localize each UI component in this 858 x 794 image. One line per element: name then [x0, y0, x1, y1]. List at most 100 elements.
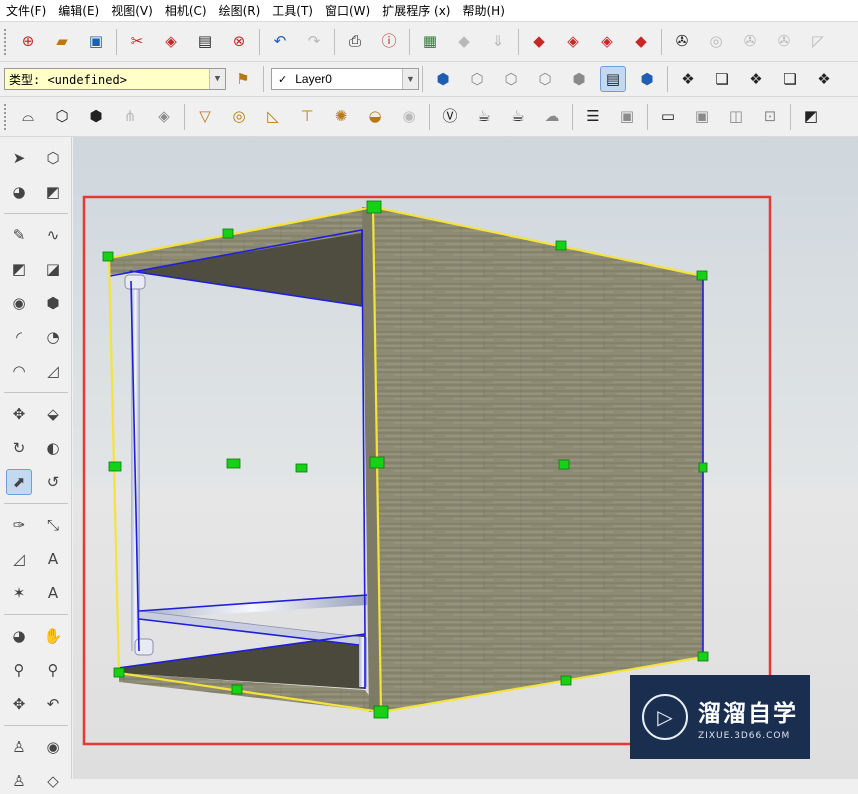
menu-help[interactable]: 帮助(H) — [462, 2, 504, 19]
warehouse-icon[interactable]: ◆ — [526, 29, 552, 55]
rectangle-icon[interactable]: ◩ — [6, 256, 32, 282]
paste-icon[interactable]: ◈ — [158, 29, 184, 55]
component-icon[interactable]: ⬡ — [49, 104, 75, 130]
group-icon[interactable]: ⬢ — [83, 104, 109, 130]
look-around-icon[interactable]: ◉ — [40, 734, 66, 760]
vray-icon[interactable]: Ⓥ — [437, 104, 463, 130]
hidden-line-icon[interactable]: ⬡ — [532, 66, 558, 92]
grip-handle[interactable] — [369, 456, 385, 469]
paint-bucket-icon[interactable]: ◕ — [6, 179, 32, 205]
geolocation-icon[interactable]: ▦ — [417, 29, 443, 55]
wireframe-icon[interactable]: ⬡ — [498, 66, 524, 92]
x-ray-icon[interactable]: ⬢ — [430, 66, 456, 92]
tape-measure-icon[interactable]: ✑ — [6, 512, 32, 538]
offset-icon[interactable]: ↺ — [40, 469, 66, 495]
text-icon[interactable]: A — [40, 546, 66, 572]
grip-handle[interactable] — [373, 705, 389, 719]
monochrome-icon[interactable]: ⬢ — [634, 66, 660, 92]
grip-handle[interactable] — [560, 675, 572, 686]
pencil-icon[interactable]: ✎ — [6, 222, 32, 248]
arc-icon[interactable]: ◜ — [6, 324, 32, 350]
3d-text-icon[interactable]: A — [40, 580, 66, 606]
menu-file[interactable]: 文件(F) — [6, 2, 46, 19]
toolbar-grip[interactable] — [4, 103, 7, 130]
dome-icon[interactable]: ◒ — [362, 104, 388, 130]
walk-icon[interactable]: ◸ — [805, 29, 831, 55]
clipboard-icon[interactable]: ▤ — [192, 29, 218, 55]
split-icon[interactable]: ❖ — [811, 66, 837, 92]
grip-handle[interactable] — [295, 463, 308, 473]
zoom-window-icon[interactable]: ⚲ — [40, 657, 66, 683]
union-icon[interactable]: ❖ — [675, 66, 701, 92]
subtract-icon[interactable]: ❏ — [709, 66, 735, 92]
terrain-icon[interactable]: ◆ — [451, 29, 477, 55]
menu-draw[interactable]: 绘图(R) — [219, 2, 261, 19]
tag-icon[interactable]: ◈ — [151, 104, 177, 130]
make-component-icon[interactable]: ⬡ — [40, 145, 66, 171]
menu-edit[interactable]: 编辑(E) — [58, 2, 99, 19]
axes-icon[interactable]: ✶ — [6, 580, 32, 606]
get-models-icon[interactable]: ◈ — [560, 29, 586, 55]
select-icon[interactable]: ➤ — [6, 145, 32, 171]
grip-handle[interactable] — [698, 462, 708, 473]
grip-handle[interactable] — [222, 228, 234, 239]
section-cuts-icon[interactable]: ✇ — [737, 29, 763, 55]
texture-grass-icon[interactable]: ⋔ — [117, 104, 143, 130]
eraser-icon[interactable]: ◩ — [798, 104, 824, 130]
rotate-icon[interactable]: ↻ — [6, 435, 32, 461]
position-camera-icon[interactable]: ⌓ — [15, 104, 41, 130]
scale-icon[interactable]: ⬈ — [6, 469, 32, 495]
lock-icon[interactable]: ⊡ — [757, 104, 783, 130]
dock-icon[interactable]: ▭ — [655, 104, 681, 130]
menu-tools[interactable]: 工具(T) — [272, 2, 313, 19]
layer-select[interactable]: ✓ Layer0 ▼ — [271, 68, 419, 90]
cone-icon[interactable]: ▽ — [192, 104, 218, 130]
frame-buffer-icon[interactable]: ▣ — [614, 104, 640, 130]
circle-icon[interactable]: ◉ — [6, 290, 32, 316]
grip-handle[interactable] — [558, 459, 570, 470]
polygon-icon[interactable]: ⬢ — [40, 290, 66, 316]
display-sections-icon[interactable]: ◎ — [703, 29, 729, 55]
section-plane-icon[interactable]: ✇ — [669, 29, 695, 55]
intersect-icon[interactable]: ❏ — [777, 66, 803, 92]
layer-manager-icon[interactable]: ⚑ — [230, 66, 256, 92]
undo-icon[interactable]: ↶ — [267, 29, 293, 55]
grip-handle[interactable] — [555, 240, 567, 251]
target-icon[interactable]: ◉ — [396, 104, 422, 130]
menu-extensions[interactable]: 扩展程序 (x) — [382, 2, 450, 19]
freehand-icon[interactable]: ∿ — [40, 222, 66, 248]
roof-icon[interactable]: ◺ — [260, 104, 286, 130]
chevron-down-icon[interactable]: ▼ — [209, 69, 225, 89]
section-fill-icon[interactable]: ✇ — [771, 29, 797, 55]
3pt-arc-icon[interactable]: ◠ — [6, 358, 32, 384]
model-info-icon[interactable]: ⓘ — [376, 29, 402, 55]
share-model-icon[interactable]: ◈ — [594, 29, 620, 55]
cut-icon[interactable]: ✂ — [124, 29, 150, 55]
grip-handle[interactable] — [366, 200, 382, 214]
sandbox-icon[interactable]: ⇓ — [485, 29, 511, 55]
shaded-icon[interactable]: ⬢ — [566, 66, 592, 92]
zoom-icon[interactable]: ⚲ — [6, 657, 32, 683]
2pt-arc-icon[interactable]: ◿ — [40, 358, 66, 384]
material-icon[interactable]: ▣ — [689, 104, 715, 130]
follow-me-icon[interactable]: ◐ — [40, 435, 66, 461]
shaded-textures-icon[interactable]: ▤ — [600, 66, 626, 92]
position-camera-icon[interactable]: ♙ — [6, 734, 32, 760]
grip-handle[interactable] — [231, 684, 243, 695]
redo-icon[interactable]: ↷ — [301, 29, 327, 55]
grip-handle[interactable] — [226, 458, 241, 469]
grip-handle[interactable] — [697, 651, 709, 662]
eraser-icon[interactable]: ◩ — [40, 179, 66, 205]
grip-handle[interactable] — [696, 270, 708, 281]
circle-target-icon[interactable]: ◎ — [226, 104, 252, 130]
trim-icon[interactable]: ❖ — [743, 66, 769, 92]
pie-icon[interactable]: ◔ — [40, 324, 66, 350]
previous-view-icon[interactable]: ↶ — [40, 691, 66, 717]
entity-type-field[interactable]: 类型: <undefined> ▼ — [4, 68, 226, 90]
print-icon[interactable]: ⎙ — [342, 29, 368, 55]
model-viewport[interactable]: ▷ 溜溜自学 ZIXUE.3D66.COM — [73, 137, 858, 779]
save-icon[interactable]: ▣ — [83, 29, 109, 55]
walkthrough-icon[interactable]: ⊤ — [294, 104, 320, 130]
sun-icon[interactable]: ✺ — [328, 104, 354, 130]
pan-icon[interactable]: ✋ — [40, 623, 66, 649]
